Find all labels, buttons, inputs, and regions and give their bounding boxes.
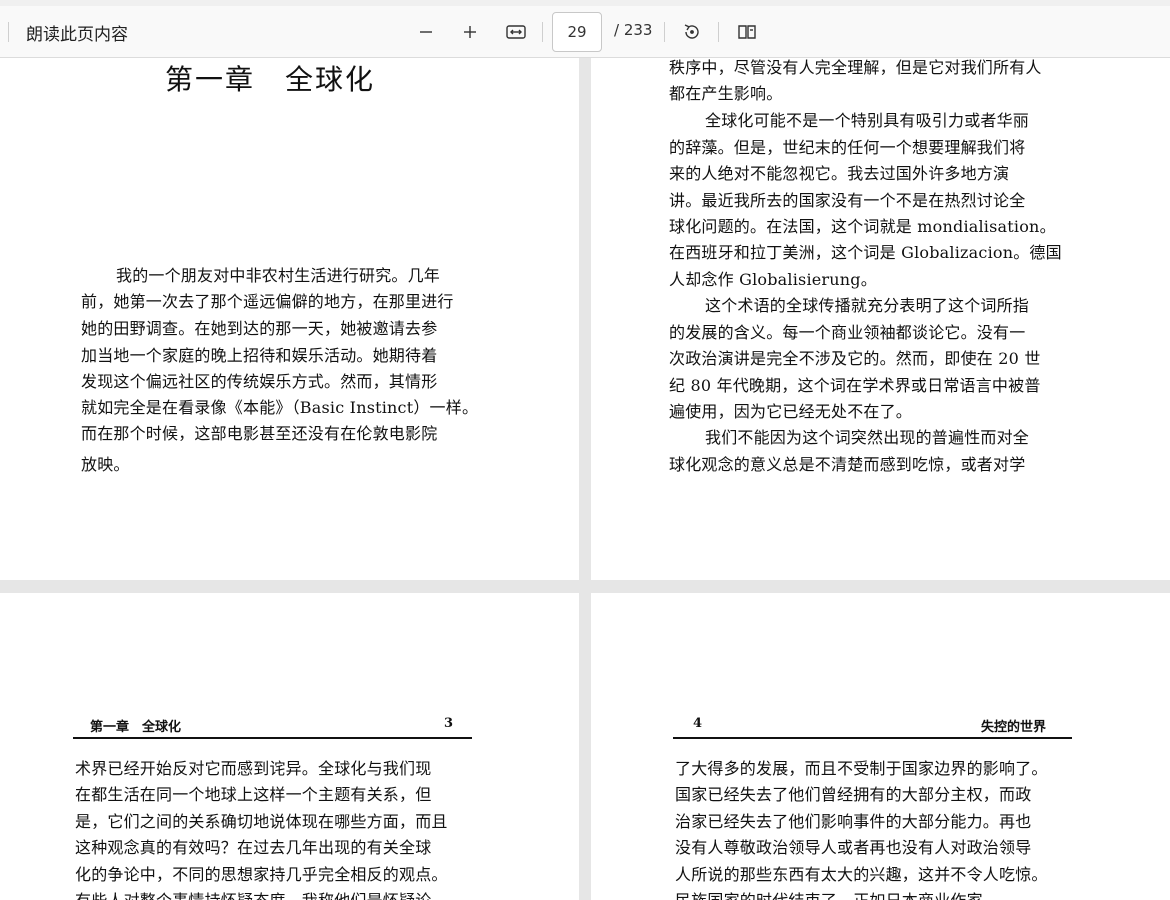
running-head-title: 失控的世界: [981, 720, 1047, 735]
zoom-in-button[interactable]: [454, 16, 486, 48]
text-line: 来的人绝对不能忽视它。我去过国外许多地方演: [669, 164, 1010, 183]
text-line: 国家已经失去了他们曾经拥有的大部分主权，而政: [675, 785, 1032, 804]
plus-icon: [464, 26, 476, 38]
rotate-icon: [684, 24, 699, 39]
text-line: 放映。: [81, 455, 130, 474]
text-line: 这种观念真的有效吗？在过去几年出现的有关全球: [75, 838, 432, 857]
toolbar-divider: [718, 22, 719, 42]
text-line: 民族国家的时代结束了。正如日本商业作家: [675, 887, 983, 900]
text-line: 这个术语的全球传播就充分表明了这个词所指: [705, 296, 1030, 315]
toolbar-divider: [8, 22, 9, 42]
text-line: 纪 80 年代晚期，这个词在学术界或日常语言中被普: [669, 376, 1041, 395]
text-line: 术界已经开始反对它而感到诧异。全球化与我们现: [75, 759, 432, 778]
text-line: 我们不能因为这个词突然出现的普遍性而对全: [705, 428, 1030, 447]
text-line: 而在那个时候，这部电影甚至还没有在伦敦电影院: [81, 424, 438, 443]
read-aloud-button[interactable]: 朗读此页内容: [26, 20, 128, 45]
pdf-page: 第一章 全球化 3 术界已经开始反对它而感到诧异。全球化与我们现 在都生活在同一…: [0, 593, 579, 900]
running-head-page-number: 4: [693, 716, 703, 731]
text-line: 球化观念的意义总是不清楚而感到吃惊，或者对学: [669, 455, 1026, 474]
text-line: 秩序中，尽管没有人完全理解，但是它对我们所有人: [669, 58, 1042, 77]
text-line: 人却念作 Globalisierung。: [669, 270, 877, 289]
text-line: 治家已经失去了他们影响事件的大部分能力。再也: [675, 812, 1032, 831]
text-line: 在西班牙和拉丁美洲，这个词是 Globalizacion。德国: [669, 243, 1062, 262]
text-line: 前，她第一次去了那个遥远偏僻的地方，在那里进行: [81, 292, 454, 311]
text-line: 发现这个偏远社区的传统娱乐方式。然而，其情形: [81, 372, 438, 391]
header-rule: [73, 737, 472, 739]
text-line: 遍使用，因为它已经无处不在了。: [669, 402, 913, 421]
toolbar-divider: [542, 22, 543, 42]
text-line: 讲。最近我所去的国家没有一个不是在热烈讨论全: [669, 191, 1026, 210]
two-page-icon: [738, 25, 756, 39]
text-line: 我的一个朋友对中非农村生活进行研究。几年: [116, 266, 441, 285]
text-line: 都在产生影响。: [669, 84, 783, 103]
text-line: 人所说的那些东西有太大的兴趣，这并不令人吃惊。: [675, 865, 1048, 884]
page-number-input[interactable]: 29: [552, 12, 602, 52]
two-page-view-button[interactable]: [731, 16, 763, 48]
text-line: 化的争论中，不同的思想家持几乎完全相反的观点。: [75, 865, 448, 884]
chapter-title: 第一章 全球化: [165, 63, 376, 96]
header-rule: [673, 737, 1072, 739]
toolbar-divider: [664, 22, 665, 42]
pdf-page: 第一章 全球化 我的一个朋友对中非农村生活进行研究。几年 前，她第一次去了那个遥…: [0, 58, 579, 580]
text-line: 球化问题的。在法国，这个词就是 mondialisation。: [669, 217, 1056, 236]
text-line: 了大得多的发展，而且不受制于国家边界的影响了。: [675, 759, 1048, 778]
text-line: 的发展的含义。每一个商业领袖都谈论它。没有一: [669, 323, 1026, 342]
pdf-page: 4 失控的世界 了大得多的发展，而且不受制于国家边界的影响了。 国家已经失去了他…: [591, 593, 1170, 900]
text-line: 是，它们之间的关系确切地说体现在哪些方面，而且: [75, 812, 448, 831]
fit-width-button[interactable]: [500, 16, 532, 48]
text-line: 全球化可能不是一个特别具有吸引力或者华丽: [705, 111, 1030, 130]
page-total-label: / 233: [614, 21, 653, 39]
zoom-out-button[interactable]: [410, 16, 442, 48]
text-line: 加当地一个家庭的晚上招待和娱乐活动。她期待着: [81, 346, 438, 365]
text-line: 在都生活在同一个地球上这样一个主题有关系，但: [75, 785, 432, 804]
pdf-toolbar: 朗读此页内容 29 / 233: [0, 0, 1170, 58]
text-line: 的辞藻。但是，世纪末的任何一个想要理解我们将: [669, 138, 1026, 157]
running-head-title: 第一章 全球化: [90, 720, 182, 735]
text-line: 她的田野调查。在她到达的那一天，她被邀请去参: [81, 319, 438, 338]
text-line: 次政治演讲是完全不涉及它的。然而，即使在 20 世: [669, 349, 1041, 368]
pdf-page: 秩序中，尽管没有人完全理解，但是它对我们所有人 都在产生影响。 全球化可能不是一…: [591, 58, 1170, 580]
rotate-button[interactable]: [676, 16, 708, 48]
running-head-page-number: 3: [444, 716, 454, 731]
text-line: 没有人尊敬政治领导人或者再也没有人对政治领导: [675, 838, 1032, 857]
fit-width-icon: [506, 25, 526, 39]
text-line: 有些人对整个事情持怀疑态度，我称他们是怀疑论: [75, 887, 431, 900]
minus-icon: [420, 31, 432, 33]
text-line: 就如完全是在看录像《本能》（Basic Instinct）一样。: [81, 398, 479, 417]
